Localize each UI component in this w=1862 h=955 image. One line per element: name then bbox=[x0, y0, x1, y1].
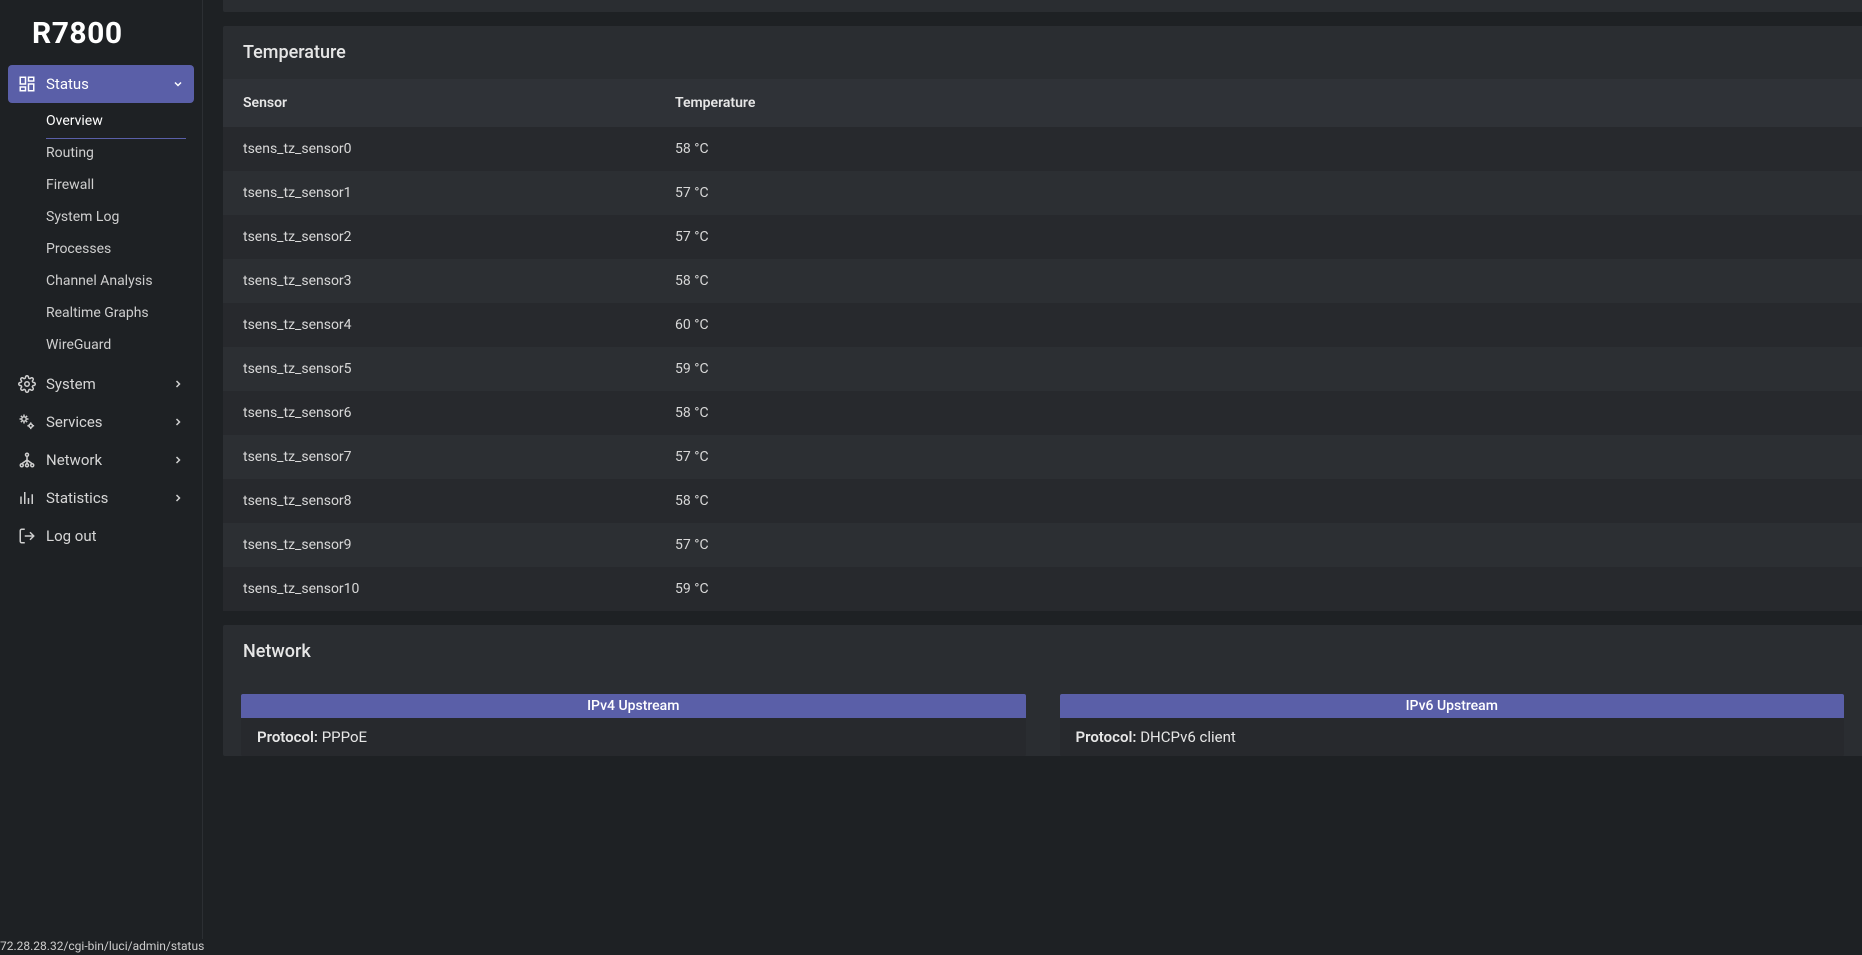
table-row: tsens_tz_sensor658 °C bbox=[223, 391, 1862, 435]
chart-icon bbox=[18, 489, 36, 507]
network-panel: Network IPv4 Upstream Protocol: PPPoE IP… bbox=[223, 625, 1862, 756]
temperature-cell: 57 °C bbox=[655, 215, 1862, 259]
table-row: tsens_tz_sensor757 °C bbox=[223, 435, 1862, 479]
temperature-cell: 57 °C bbox=[655, 435, 1862, 479]
chevron-right-icon bbox=[172, 454, 184, 466]
table-row: tsens_tz_sensor157 °C bbox=[223, 171, 1862, 215]
nav-label: Statistics bbox=[46, 489, 108, 507]
temperature-cell: 58 °C bbox=[655, 391, 1862, 435]
table-row: tsens_tz_sensor058 °C bbox=[223, 127, 1862, 171]
sensor-cell: tsens_tz_sensor7 bbox=[223, 435, 655, 479]
brand-title: R7800 bbox=[0, 0, 202, 65]
temperature-table: Sensor Temperature tsens_tz_sensor058 °C… bbox=[223, 79, 1862, 611]
sensor-cell: tsens_tz_sensor1 bbox=[223, 171, 655, 215]
ipv4-protocol-label: Protocol: bbox=[257, 728, 318, 746]
temperature-cell: 58 °C bbox=[655, 259, 1862, 303]
col-sensor: Sensor bbox=[223, 79, 655, 127]
subnav-item-wireguard[interactable]: WireGuard bbox=[8, 329, 194, 361]
table-row: tsens_tz_sensor257 °C bbox=[223, 215, 1862, 259]
gears-icon bbox=[18, 413, 36, 431]
table-row: tsens_tz_sensor1059 °C bbox=[223, 567, 1862, 611]
previous-panel-bottom bbox=[223, 0, 1862, 12]
sidebar: R7800 Status Overview Routing Firewall bbox=[0, 0, 203, 955]
ipv6-upstream-body: Protocol: DHCPv6 client bbox=[1060, 718, 1845, 756]
network-icon bbox=[18, 451, 36, 469]
ipv6-upstream-card: IPv6 Upstream Protocol: DHCPv6 client bbox=[1060, 694, 1845, 756]
subnav-item-realtime-graphs[interactable]: Realtime Graphs bbox=[8, 297, 194, 329]
temperature-cell: 57 °C bbox=[655, 171, 1862, 215]
nav-label: Status bbox=[46, 75, 89, 93]
network-grid: IPv4 Upstream Protocol: PPPoE IPv6 Upstr… bbox=[223, 678, 1862, 756]
temperature-panel: Temperature Sensor Temperature tsens_tz_… bbox=[223, 26, 1862, 611]
temperature-cell: 60 °C bbox=[655, 303, 1862, 347]
chevron-right-icon bbox=[172, 416, 184, 428]
sensor-cell: tsens_tz_sensor2 bbox=[223, 215, 655, 259]
temperature-cell: 59 °C bbox=[655, 567, 1862, 611]
status-bar-url: 72.28.28.32/cgi-bin/luci/admin/status bbox=[0, 939, 206, 955]
temperature-cell: 59 °C bbox=[655, 347, 1862, 391]
nav-item-statistics[interactable]: Statistics bbox=[8, 479, 194, 517]
subnav-item-overview[interactable]: Overview bbox=[8, 105, 194, 137]
ipv6-protocol-value: DHCPv6 client bbox=[1140, 728, 1236, 746]
ipv4-upstream-body: Protocol: PPPoE bbox=[241, 718, 1026, 756]
chevron-right-icon bbox=[172, 492, 184, 504]
main-content: Temperature Sensor Temperature tsens_tz_… bbox=[203, 0, 1862, 955]
sensor-cell: tsens_tz_sensor0 bbox=[223, 127, 655, 171]
table-row: tsens_tz_sensor460 °C bbox=[223, 303, 1862, 347]
chevron-right-icon bbox=[172, 378, 184, 390]
logout-icon bbox=[18, 527, 36, 545]
nav-label: Network bbox=[46, 451, 102, 469]
subnav-item-processes[interactable]: Processes bbox=[8, 233, 194, 265]
subnav-item-channel-analysis[interactable]: Channel Analysis bbox=[8, 265, 194, 297]
table-row: tsens_tz_sensor358 °C bbox=[223, 259, 1862, 303]
subnav-item-routing[interactable]: Routing bbox=[8, 137, 194, 169]
ipv6-protocol-label: Protocol: bbox=[1076, 728, 1137, 746]
nav-label: System bbox=[46, 375, 96, 393]
temperature-cell: 57 °C bbox=[655, 523, 1862, 567]
table-row: tsens_tz_sensor957 °C bbox=[223, 523, 1862, 567]
status-subnav: Overview Routing Firewall System Log Pro… bbox=[8, 103, 194, 365]
sensor-cell: tsens_tz_sensor4 bbox=[223, 303, 655, 347]
nav-item-services[interactable]: Services bbox=[8, 403, 194, 441]
table-header-row: Sensor Temperature bbox=[223, 79, 1862, 127]
ipv4-upstream-header: IPv4 Upstream bbox=[241, 694, 1026, 718]
sensor-cell: tsens_tz_sensor9 bbox=[223, 523, 655, 567]
temperature-cell: 58 °C bbox=[655, 127, 1862, 171]
ipv6-upstream-header: IPv6 Upstream bbox=[1060, 694, 1845, 718]
nav-label: Services bbox=[46, 413, 103, 431]
table-row: tsens_tz_sensor858 °C bbox=[223, 479, 1862, 523]
col-temperature: Temperature bbox=[655, 79, 1862, 127]
subnav-item-firewall[interactable]: Firewall bbox=[8, 169, 194, 201]
nav-item-system[interactable]: System bbox=[8, 365, 194, 403]
nav-item-status[interactable]: Status bbox=[8, 65, 194, 103]
sensor-cell: tsens_tz_sensor10 bbox=[223, 567, 655, 611]
sensor-cell: tsens_tz_sensor8 bbox=[223, 479, 655, 523]
subnav-item-system-log[interactable]: System Log bbox=[8, 201, 194, 233]
nav-item-network[interactable]: Network bbox=[8, 441, 194, 479]
network-title: Network bbox=[223, 625, 1862, 678]
temperature-cell: 58 °C bbox=[655, 479, 1862, 523]
ipv4-upstream-card: IPv4 Upstream Protocol: PPPoE bbox=[241, 694, 1026, 756]
sensor-cell: tsens_tz_sensor6 bbox=[223, 391, 655, 435]
nav-item-logout[interactable]: Log out bbox=[8, 517, 194, 555]
chevron-down-icon bbox=[172, 78, 184, 90]
ipv4-protocol-value: PPPoE bbox=[322, 728, 367, 746]
sensor-cell: tsens_tz_sensor5 bbox=[223, 347, 655, 391]
nav-label: Log out bbox=[46, 527, 97, 545]
dashboard-icon bbox=[18, 75, 36, 93]
table-row: tsens_tz_sensor559 °C bbox=[223, 347, 1862, 391]
temperature-title: Temperature bbox=[223, 26, 1862, 79]
gear-icon bbox=[18, 375, 36, 393]
nav: Status Overview Routing Firewall System … bbox=[0, 65, 202, 555]
sensor-cell: tsens_tz_sensor3 bbox=[223, 259, 655, 303]
